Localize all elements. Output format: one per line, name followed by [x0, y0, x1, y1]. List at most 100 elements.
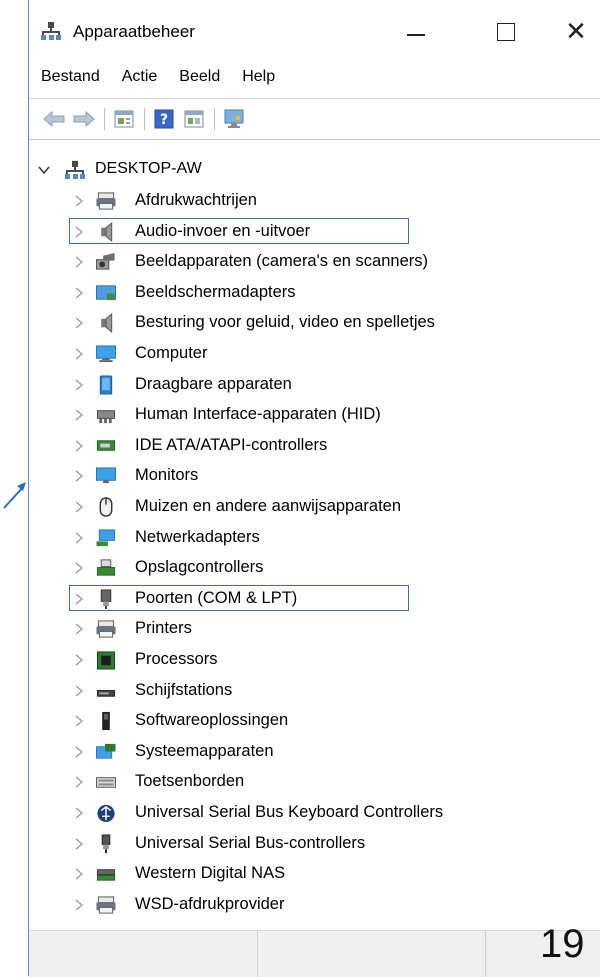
scan-hardware-button[interactable]	[223, 108, 245, 130]
tree-item[interactable]: Systeemapparaten	[29, 739, 569, 765]
chevron-right-icon	[75, 409, 84, 421]
chevron-right-icon	[75, 195, 84, 207]
tree-item-label: Monitors	[135, 466, 199, 484]
disk-drive-icon	[96, 690, 116, 697]
computer-icon	[96, 345, 116, 363]
help-button[interactable]: ?	[153, 108, 175, 130]
menu-help[interactable]: Help	[233, 68, 284, 86]
tree-item-label: Processors	[135, 650, 218, 668]
tree-item[interactable]: Universal Serial Bus-controllers	[29, 831, 569, 857]
usb-icon	[101, 834, 111, 854]
root-label: DESKTOP-AW	[95, 160, 202, 177]
tree-item-label: Human Interface-apparaten (HID)	[135, 405, 381, 423]
chevron-right-icon	[75, 654, 84, 666]
tree-item[interactable]: Computer	[29, 341, 569, 367]
usb-hub-icon	[97, 804, 115, 823]
tree-item[interactable]: WSD-afdrukprovider	[29, 892, 569, 918]
minimize-button[interactable]	[393, 8, 439, 56]
tree-item[interactable]: Universal Serial Bus Keyboard Controller…	[29, 800, 569, 826]
tree-item-label: Besturing voor geluid, video en spelletj…	[135, 313, 435, 331]
nas-icon	[96, 869, 116, 881]
chevron-right-icon	[75, 379, 84, 391]
display-adapter-icon	[96, 285, 116, 301]
monitor-icon	[96, 467, 116, 484]
toolbar-separator	[214, 108, 215, 130]
tree-item-label: Opslagcontrollers	[135, 558, 264, 576]
tree-item[interactable]: Besturing voor geluid, video en spelletj…	[29, 310, 569, 336]
speaker-icon	[101, 222, 113, 242]
tree-item[interactable]: Opslagcontrollers	[29, 555, 569, 581]
chevron-right-icon	[75, 776, 84, 788]
tree-item[interactable]: Beeldapparaten (camera's en scanners)	[29, 249, 569, 275]
update-driver-button[interactable]	[183, 108, 205, 130]
tree-item[interactable]: Afdrukwachtrijen	[29, 188, 569, 214]
tree-item[interactable]: Western Digital NAS	[29, 861, 569, 887]
svg-text:?: ?	[160, 112, 168, 128]
tree-item-label: WSD-afdrukprovider	[135, 895, 285, 913]
menu-actie[interactable]: Actie	[113, 68, 167, 86]
chevron-right-icon	[75, 256, 84, 268]
chevron-right-icon	[75, 562, 84, 574]
tree-item[interactable]: Human Interface-apparaten (HID)	[29, 402, 569, 428]
slide-number: 19	[540, 922, 585, 966]
tree-item-label: IDE ATA/ATAPI-controllers	[135, 436, 328, 454]
port-icon	[100, 589, 112, 609]
tree-item[interactable]: Softwareoplossingen	[29, 708, 569, 734]
status-separator	[485, 931, 486, 977]
tree-item[interactable]: Monitors	[29, 463, 569, 489]
chevron-right-icon	[75, 685, 84, 697]
tree-item[interactable]: Poorten (COM & LPT)	[29, 586, 569, 612]
tree-item-label: Muizen en andere aanwijsapparaten	[135, 497, 402, 515]
tree-item-label: Draagbare apparaten	[135, 375, 292, 393]
properties-button[interactable]	[113, 108, 135, 130]
chevron-right-icon	[75, 226, 84, 238]
chevron-right-icon	[75, 838, 84, 850]
close-icon: ✕	[565, 17, 587, 47]
tree-item[interactable]: IDE ATA/ATAPI-controllers	[29, 433, 569, 459]
print-queue-icon	[96, 896, 116, 914]
storage-controller-icon	[96, 559, 116, 576]
tree-item[interactable]: Processors	[29, 647, 569, 673]
menu-bestand[interactable]: Bestand	[33, 68, 109, 86]
chevron-right-icon	[75, 532, 84, 544]
ide-controller-icon	[96, 440, 116, 451]
properties-icon	[114, 110, 134, 128]
mouse-icon	[99, 497, 113, 517]
speaker-icon	[101, 313, 113, 333]
device-tree: DESKTOP-AW Afdrukwachtrijen Audio-invoer …	[29, 142, 600, 929]
software-icon	[102, 711, 110, 731]
chevron-right-icon	[75, 348, 84, 360]
back-button[interactable]	[43, 108, 65, 130]
tree-item[interactable]: Schijfstations	[29, 678, 569, 704]
status-separator	[257, 931, 258, 977]
menu-beeld[interactable]: Beeld	[170, 68, 229, 86]
minimize-icon	[407, 34, 425, 36]
tree-item[interactable]: Audio-invoer en -uitvoer	[29, 219, 569, 245]
processor-icon	[96, 651, 116, 670]
tree-item[interactable]: Netwerkadapters	[29, 525, 569, 551]
tree-item[interactable]: Muizen en andere aanwijsapparaten	[29, 494, 569, 520]
tree-item[interactable]: Printers	[29, 616, 569, 642]
chevron-right-icon	[75, 440, 84, 452]
close-button[interactable]: ✕	[553, 8, 599, 56]
help-icon: ?	[154, 109, 174, 129]
forward-arrow-icon	[73, 111, 95, 127]
tree-item[interactable]: Beeldschermadapters	[29, 280, 569, 306]
chevron-right-icon	[75, 746, 84, 758]
tree-item-label: Schijfstations	[135, 681, 233, 699]
tree-item-label: Universal Serial Bus-controllers	[135, 834, 366, 852]
toolbar: ?	[29, 98, 600, 140]
maximize-button[interactable]	[483, 8, 529, 56]
printer-icon	[96, 620, 116, 638]
tree-item[interactable]: Draagbare apparaten	[29, 372, 569, 398]
chevron-down-icon	[38, 166, 50, 175]
print-queue-icon	[96, 192, 116, 210]
tree-item-label: Beeldapparaten (camera's en scanners)	[135, 252, 428, 270]
forward-button[interactable]	[73, 108, 95, 130]
back-arrow-icon	[43, 111, 65, 127]
device-manager-window: Apparaatbeheer ✕ Bestand Actie Beeld Hel…	[28, 0, 600, 977]
tree-item[interactable]: Toetsenborden	[29, 769, 569, 795]
tree-item-label: Western Digital NAS	[135, 864, 286, 882]
chevron-right-icon	[75, 868, 84, 880]
title-bar[interactable]: Apparaatbeheer ✕	[29, 0, 600, 60]
